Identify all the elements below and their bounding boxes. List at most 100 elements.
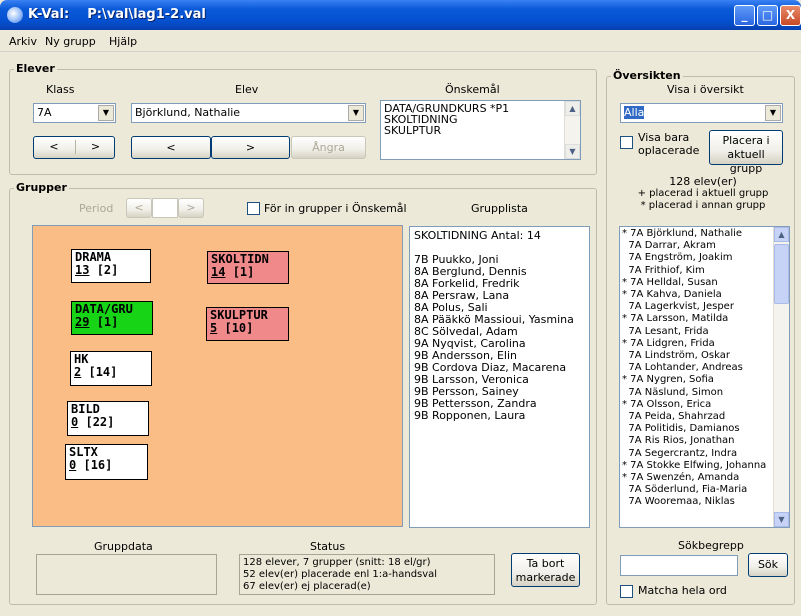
student-item[interactable]: * 7A Björklund, Nathalie (622, 228, 787, 240)
gruppdata-label: Gruppdata (94, 540, 153, 553)
student-item[interactable]: 7A Darrar, Akram (622, 240, 787, 252)
sok-input[interactable] (620, 555, 738, 576)
group-box-data-gru[interactable]: DATA/GRU 29 [1] (71, 301, 153, 335)
visa-value: Alla (624, 106, 645, 119)
close-button[interactable]: X (780, 5, 801, 26)
menu-hjalp[interactable]: Hjälp (109, 35, 137, 48)
window-title: K-Val: P:\val\lag1-2.val (28, 7, 206, 22)
ta-bort-button[interactable]: Ta bort markerade (511, 553, 580, 587)
summary-legend: + placerad i aktuell grupp (637, 188, 769, 199)
group-count: 5 (210, 321, 218, 335)
onskemal-label: Önskemål (445, 83, 500, 96)
status-line: 128 elever, 7 grupper (snitt: 18 el/gr) (243, 557, 431, 568)
title-bar[interactable]: K-Val: P:\val\lag1-2.val _ □ X (0, 0, 801, 30)
scroll-up-icon[interactable]: ▲ (774, 227, 789, 242)
scroll-thumb[interactable] (774, 244, 789, 304)
student-item[interactable]: 7A Engström, Joakim (622, 252, 787, 264)
minimize-button[interactable]: _ (734, 5, 755, 26)
elev-prev-button[interactable]: < (131, 136, 211, 159)
student-item[interactable]: 7A Lesant, Frida (622, 326, 787, 338)
student-item[interactable]: 7A Söderlund, Fia-Maria (622, 484, 787, 496)
onskemal-item[interactable]: SKULPTUR (384, 125, 577, 136)
gruppdata-box (36, 554, 217, 595)
grupplista-list[interactable]: SKOLTIDNING Antal: 14 7B Puukko, Joni 8A … (409, 226, 590, 528)
visa-bara-line: Visa bara (638, 131, 690, 144)
app-icon (7, 7, 23, 23)
elev-label: Elev (235, 83, 259, 96)
student-item[interactable]: 7A Lohtander, Andreas (622, 362, 787, 374)
group-box-skoltidn[interactable]: SKOLTIDN 14 [1] (207, 251, 289, 284)
period-label: Period (79, 202, 114, 215)
period-field[interactable] (152, 198, 178, 218)
maximize-button[interactable]: □ (757, 5, 778, 26)
group-box-skulptur[interactable]: SKULPTUR 5 [10] (206, 307, 289, 341)
student-item[interactable]: 7A Politidis, Damianos (622, 423, 787, 435)
summary-count: 128 elev(er) (669, 175, 737, 188)
chevron-down-icon[interactable]: ▼ (765, 105, 781, 121)
student-item[interactable]: * 7A Helldal, Susan (622, 277, 787, 289)
sok-button[interactable]: Sök (748, 553, 788, 577)
chevron-down-icon[interactable]: ▼ (98, 105, 114, 121)
student-item[interactable]: 7A Frithiof, Kim (622, 265, 787, 277)
onskemal-list[interactable]: DATA/GRUNDKURS *P1 SKOLTIDNING SKULPTUR … (380, 100, 581, 160)
angra-button[interactable]: Ångra (291, 136, 366, 159)
student-item[interactable]: * 7A Larsson, Matilda (622, 313, 787, 325)
student-item[interactable]: 7A Segercrantz, Indra (622, 448, 787, 460)
ta-bort-line: Ta bort (526, 557, 565, 570)
scroll-down-icon[interactable]: ▼ (774, 512, 789, 527)
grupper-title: Grupper (14, 181, 69, 194)
status-label: Status (310, 540, 346, 553)
student-item[interactable]: * 7A Swenzén, Amanda (622, 472, 787, 484)
period-prev-button[interactable]: < (126, 198, 152, 218)
scroll-up-icon[interactable]: ▲ (565, 101, 580, 116)
group-box-sltx[interactable]: SLTX 0 [16] (65, 444, 148, 480)
visa-select[interactable]: Alla ▼ (620, 103, 783, 123)
sok-label: Sökbegrepp (678, 539, 744, 552)
placera-button[interactable]: Placera i aktuell grupp (709, 130, 783, 175)
student-item[interactable]: * 7A Lidgren, Frida (622, 338, 787, 350)
group-box-hk[interactable]: HK 2 [14] (70, 351, 152, 386)
student-item[interactable]: * 7A Nygren, Sofia (622, 374, 787, 386)
visa-bara-label: Visa bara oplacerade (638, 131, 699, 157)
group-extra: [1] (96, 315, 119, 329)
student-list[interactable]: * 7A Björklund, Nathalie 7A Darrar, Akra… (619, 226, 790, 528)
student-item[interactable]: 7A Näslund, Simon (622, 387, 787, 399)
elever-title: Elever (14, 62, 57, 75)
student-scrollbar[interactable]: ▲ ▼ (773, 227, 789, 527)
scroll-down-icon[interactable]: ▼ (565, 144, 580, 159)
elev-next-button[interactable]: > (211, 136, 290, 159)
student-item[interactable]: * 7A Stokke Elfwing, Johanna (622, 460, 787, 472)
group-extra: [16] (83, 458, 113, 472)
group-canvas[interactable]: DRAMA 13 [2] SKOLTIDN 14 [1] DATA/GRU 29… (32, 225, 403, 527)
klass-next-button[interactable]: > (75, 140, 115, 154)
group-extra: [22] (85, 415, 115, 429)
klass-select[interactable]: 7A ▼ (33, 103, 116, 123)
chevron-down-icon[interactable]: ▼ (348, 105, 364, 121)
visa-bara-checkbox[interactable] (620, 136, 633, 149)
group-count: 13 (75, 263, 90, 277)
for-in-checkbox[interactable] (247, 202, 260, 215)
klass-prev-button[interactable]: < (34, 140, 74, 154)
group-count: 0 (71, 415, 79, 429)
student-item[interactable]: * 7A Kahva, Daniela (622, 289, 787, 301)
ta-bort-line: markerade (515, 571, 576, 584)
period-next-button[interactable]: > (178, 198, 204, 218)
for-in-label: För in grupper i Önskemål (264, 202, 407, 215)
onskemal-scrollbar[interactable]: ▲ ▼ (564, 101, 580, 159)
elev-select[interactable]: Björklund, Nathalie ▼ (131, 103, 366, 123)
group-box-drama[interactable]: DRAMA 13 [2] (71, 249, 151, 283)
student-item[interactable]: * 7A Olsson, Erica (622, 399, 787, 411)
group-box-bild[interactable]: BILD 0 [22] (67, 401, 149, 436)
student-item[interactable]: 7A Lindström, Oskar (622, 350, 787, 362)
matcha-checkbox[interactable] (620, 585, 633, 598)
student-item[interactable]: 7A Lagerkvist, Jesper (622, 301, 787, 313)
student-item[interactable]: 7A Ris Rios, Jonathan (622, 435, 787, 447)
grupplista-item[interactable]: 9B Ropponen, Laura (414, 410, 585, 422)
menu-ny-grupp[interactable]: Ny grupp (45, 35, 96, 48)
menu-arkiv[interactable]: Arkiv (9, 35, 37, 48)
group-extra: [1] (232, 265, 255, 279)
student-item[interactable]: 7A Peida, Shahrzad (622, 411, 787, 423)
status-box: 128 elever, 7 grupper (snitt: 18 el/gr) … (239, 554, 495, 595)
student-item[interactable]: 7A Wooremaa, Niklas (622, 496, 787, 508)
visa-label: Visa i översikt (667, 83, 744, 96)
